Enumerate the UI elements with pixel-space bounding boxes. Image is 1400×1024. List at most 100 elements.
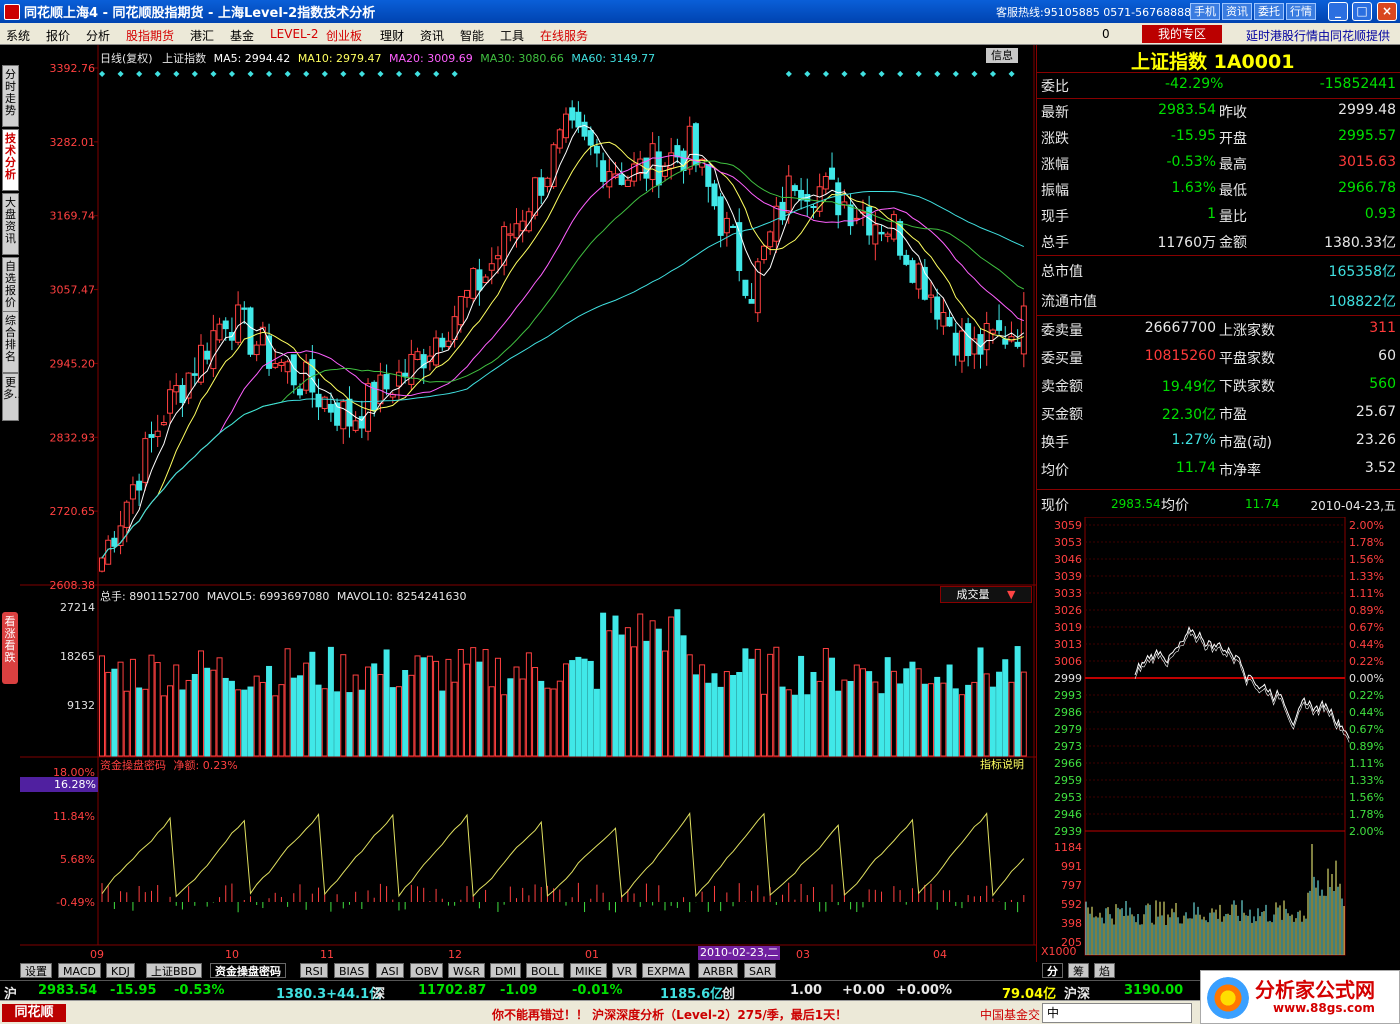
menu-hk[interactable]: 港汇 — [190, 27, 214, 44]
tab-yan[interactable]: 焰 — [1094, 963, 1115, 978]
mini-vol-unit: X1000 — [1041, 945, 1077, 957]
indicator-selector[interactable]: 成交量 ▼ — [940, 586, 1032, 603]
volume-bar — [847, 681, 854, 757]
tab-sar[interactable]: SAR — [744, 963, 777, 978]
menu-news[interactable]: 资讯 — [420, 27, 444, 44]
volume-bar — [402, 670, 409, 757]
tab-fen[interactable]: 分 — [1042, 963, 1063, 978]
trade-button[interactable]: 委托 — [1254, 3, 1284, 20]
signal-diamond: ◆ — [990, 69, 997, 78]
watermark-logo: 分析家公式网 www.88gs.com — [1200, 970, 1400, 1024]
tab-arbr[interactable]: ARBR — [698, 963, 739, 978]
kanzhang-button[interactable]: 看涨看跌 — [2, 612, 18, 684]
tab-rsi[interactable]: RSI — [300, 963, 328, 978]
tab-macd[interactable]: MACD — [58, 963, 101, 978]
candle-body — [470, 268, 477, 299]
candle-body — [476, 269, 483, 291]
candle-body — [167, 389, 174, 414]
signal-diamond: ◆ — [155, 69, 162, 78]
tab-obv[interactable]: OBV — [410, 963, 444, 978]
my-zone-button[interactable]: 我的专区 — [1142, 25, 1222, 43]
mini-price-label: 3059 — [1054, 519, 1082, 532]
volume-bar — [105, 671, 112, 757]
quote-label-1: 卖金额 — [1041, 379, 1083, 395]
ma20-label: MA20: 3009.69 — [389, 52, 473, 65]
candle-body — [983, 323, 990, 351]
indicator-explain-link[interactable]: 指标说明 — [980, 756, 1024, 772]
candle-body — [717, 196, 724, 236]
tab-more[interactable]: 更多... — [2, 373, 25, 421]
tab-time-share[interactable]: 分时走势 — [2, 65, 19, 127]
volume-bar — [699, 664, 706, 757]
tab-mike[interactable]: MIKE — [570, 963, 607, 978]
tab-technical[interactable]: 技术分析 — [2, 129, 19, 191]
tab-dmi[interactable]: DMI — [490, 963, 522, 978]
signal-diamond: ◆ — [247, 69, 254, 78]
chart-area[interactable]: 3392.76 3282.01 3169.74 3057.47 2945.20 2832.… — [20, 45, 1036, 962]
tab-kdj[interactable]: KDJ — [106, 963, 135, 978]
info-button[interactable]: 信息 — [986, 48, 1018, 63]
tab-asi[interactable]: ASI — [376, 963, 404, 978]
scroll-message[interactable]: 你不能再错过！！ 沪深深度分析（Level-2）275/季，最后1天！ — [492, 1006, 847, 1023]
tab-vr[interactable]: VR — [612, 963, 638, 978]
signal-diamond: ◆ — [396, 69, 403, 78]
tab-bias[interactable]: BIAS — [334, 963, 370, 978]
menu-fund[interactable]: 基金 — [230, 27, 254, 44]
menu-analysis[interactable]: 分析 — [86, 27, 110, 44]
phone-button[interactable]: 手机 — [1190, 3, 1220, 20]
menu-smart[interactable]: 智能 — [460, 27, 484, 44]
news-button[interactable]: 资讯 — [1222, 3, 1252, 20]
ticker-sh-price: 2983.54 — [38, 983, 98, 998]
menu-finance[interactable]: 理财 — [380, 27, 404, 44]
menu-system[interactable]: 系统 — [6, 27, 30, 44]
divider — [1037, 255, 1400, 256]
quote-label-1: 振幅 — [1041, 183, 1069, 199]
ime-toolbar[interactable]: 中 — [1042, 1003, 1192, 1023]
volume-bar — [989, 686, 996, 757]
tab-market-news[interactable]: 大盘资讯 — [2, 193, 19, 255]
signal-diamond: ◆ — [934, 69, 941, 78]
quote-label-2: 市盈 — [1219, 407, 1247, 423]
close-button[interactable]: × — [1377, 2, 1397, 21]
mini-pct-label: 1.56% — [1349, 791, 1384, 804]
tab-ranking[interactable]: 综合排名 — [2, 311, 19, 373]
volume-bar — [247, 686, 254, 757]
signal-diamond: ◆ — [118, 69, 125, 78]
minimize-button[interactable]: _ — [1328, 2, 1348, 21]
volume-bar — [890, 670, 897, 757]
market-button[interactable]: 行情 — [1286, 3, 1316, 20]
tab-fund-code[interactable]: 资金操盘密码 — [210, 963, 286, 978]
candle-body — [365, 383, 372, 432]
candle-body — [736, 222, 743, 272]
mini-price-label: 2999 — [1054, 672, 1082, 685]
menu-quotes[interactable]: 报价 — [46, 27, 70, 44]
signal-diamond: ◆ — [322, 69, 329, 78]
candle-body — [173, 385, 180, 393]
mini-pct-label: 0.00% — [1349, 672, 1384, 685]
tab-chou[interactable]: 筹 — [1068, 963, 1089, 978]
tab-watchlist[interactable]: 自选报价 — [2, 257, 19, 319]
tab-wr[interactable]: W&R — [448, 963, 486, 978]
news-ticker[interactable]: 中国基金交 — [980, 1006, 1040, 1023]
quote-value-1: 19.49亿 — [1161, 379, 1216, 395]
candle-body — [402, 372, 409, 377]
maximize-button[interactable]: □ — [1352, 2, 1372, 21]
menu-online[interactable]: 在线服务 — [540, 27, 588, 44]
tab-boll[interactable]: BOLL — [526, 963, 565, 978]
tab-bbd[interactable]: 上证BBD — [146, 963, 202, 978]
menu-level2[interactable]: LEVEL-2 — [270, 27, 319, 41]
menu-futures[interactable]: 股指期货 — [126, 27, 174, 44]
message-count[interactable]: 0 — [1102, 27, 1110, 41]
provider-text: 延时港股行情由同花顺提供 — [1246, 29, 1391, 43]
signal-diamond: ◆ — [916, 69, 923, 78]
volume-bar — [903, 668, 910, 757]
candle-body — [191, 373, 198, 376]
candle-body — [829, 167, 836, 180]
volume-bar — [395, 686, 402, 757]
menu-gem[interactable]: 创业板 — [326, 27, 362, 44]
flower-logo-icon — [1207, 977, 1249, 1019]
volume-bar — [352, 674, 359, 757]
tab-settings[interactable]: 设置 — [20, 963, 52, 978]
tab-expma[interactable]: EXPMA — [642, 963, 691, 978]
menu-tools[interactable]: 工具 — [500, 27, 524, 44]
